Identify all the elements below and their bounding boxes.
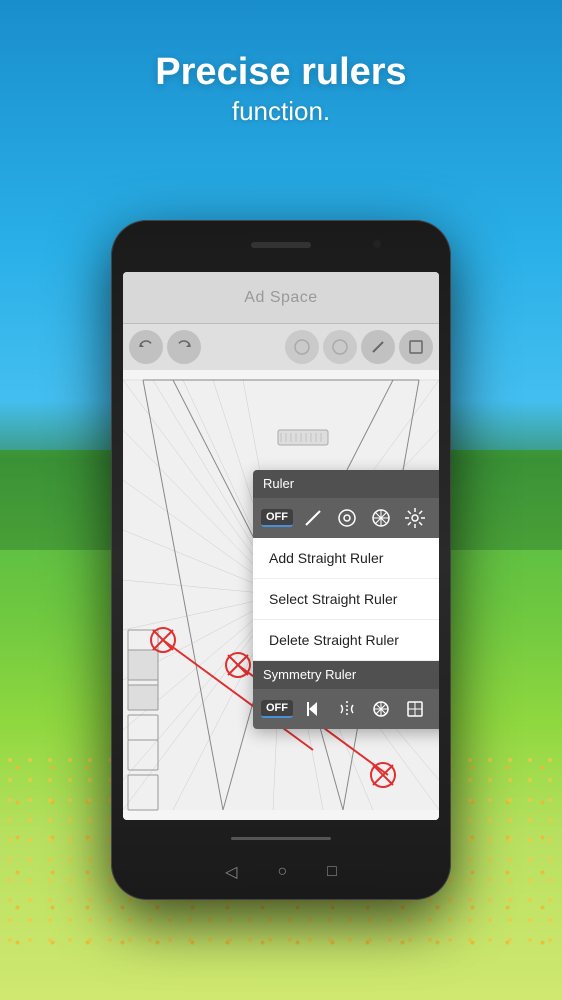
phone-nav: ◁ ○ □ (111, 862, 451, 882)
toolbar (123, 324, 439, 370)
phone-speaker (251, 242, 311, 248)
header-title: Precise rulers (0, 50, 562, 96)
layers-button[interactable] (399, 330, 433, 364)
hand-button[interactable] (285, 330, 319, 364)
symmetry-radial-icon-btn[interactable] (367, 695, 395, 723)
symmetry-v-icon-btn[interactable] (333, 695, 361, 723)
ruler-dropdown: Ruler OFF (253, 470, 439, 729)
drawing-area[interactable]: Ruler OFF (123, 370, 439, 820)
header-subtitle: function. (0, 96, 562, 127)
symmetry-grid-icon-btn[interactable] (401, 695, 429, 723)
pen-button[interactable] (323, 330, 357, 364)
select-straight-ruler-item[interactable]: Select Straight Ruler (253, 579, 439, 620)
header: Precise rulers function. (0, 50, 562, 127)
ruler-off-label[interactable]: OFF (261, 509, 293, 527)
perspective-ruler-icon-btn[interactable] (367, 504, 395, 532)
phone: Ad Space (111, 220, 451, 900)
nav-back-button[interactable]: ◁ (225, 862, 237, 882)
phone-body: Ad Space (111, 220, 451, 900)
delete-straight-ruler-item[interactable]: Delete Straight Ruler (253, 620, 439, 661)
ruler-section-header: Ruler (253, 470, 439, 498)
nav-recent-button[interactable]: □ (327, 863, 337, 881)
straight-ruler-icon-btn[interactable] (299, 504, 327, 532)
play-prev-icon-btn[interactable] (299, 695, 327, 723)
add-straight-ruler-item[interactable]: Add Straight Ruler (253, 538, 439, 579)
sunburst-ruler-icon-btn[interactable] (401, 504, 429, 532)
radial-ruler-icon-btn[interactable] (333, 504, 361, 532)
ad-space-label: Ad Space (244, 289, 317, 307)
redo-button[interactable] (167, 330, 201, 364)
phone-screen: Ad Space (123, 272, 439, 820)
phone-camera (373, 240, 381, 248)
ruler-button[interactable] (361, 330, 395, 364)
symmetry-section-title: Symmetry Ruler (263, 667, 356, 682)
undo-button[interactable] (129, 330, 163, 364)
ruler-section-title: Ruler (263, 476, 294, 491)
symmetry-off-label[interactable]: OFF (261, 700, 293, 718)
symmetry-section-header: Symmetry Ruler (253, 661, 439, 689)
symmetry-icons-row: OFF (253, 689, 439, 729)
symmetry-box-icon-btn[interactable] (435, 695, 439, 723)
phone-home-bar (231, 837, 331, 840)
nav-home-button[interactable]: ○ (277, 863, 287, 881)
ruler-icons-row: OFF (253, 498, 439, 538)
ad-space-banner: Ad Space (123, 272, 439, 324)
